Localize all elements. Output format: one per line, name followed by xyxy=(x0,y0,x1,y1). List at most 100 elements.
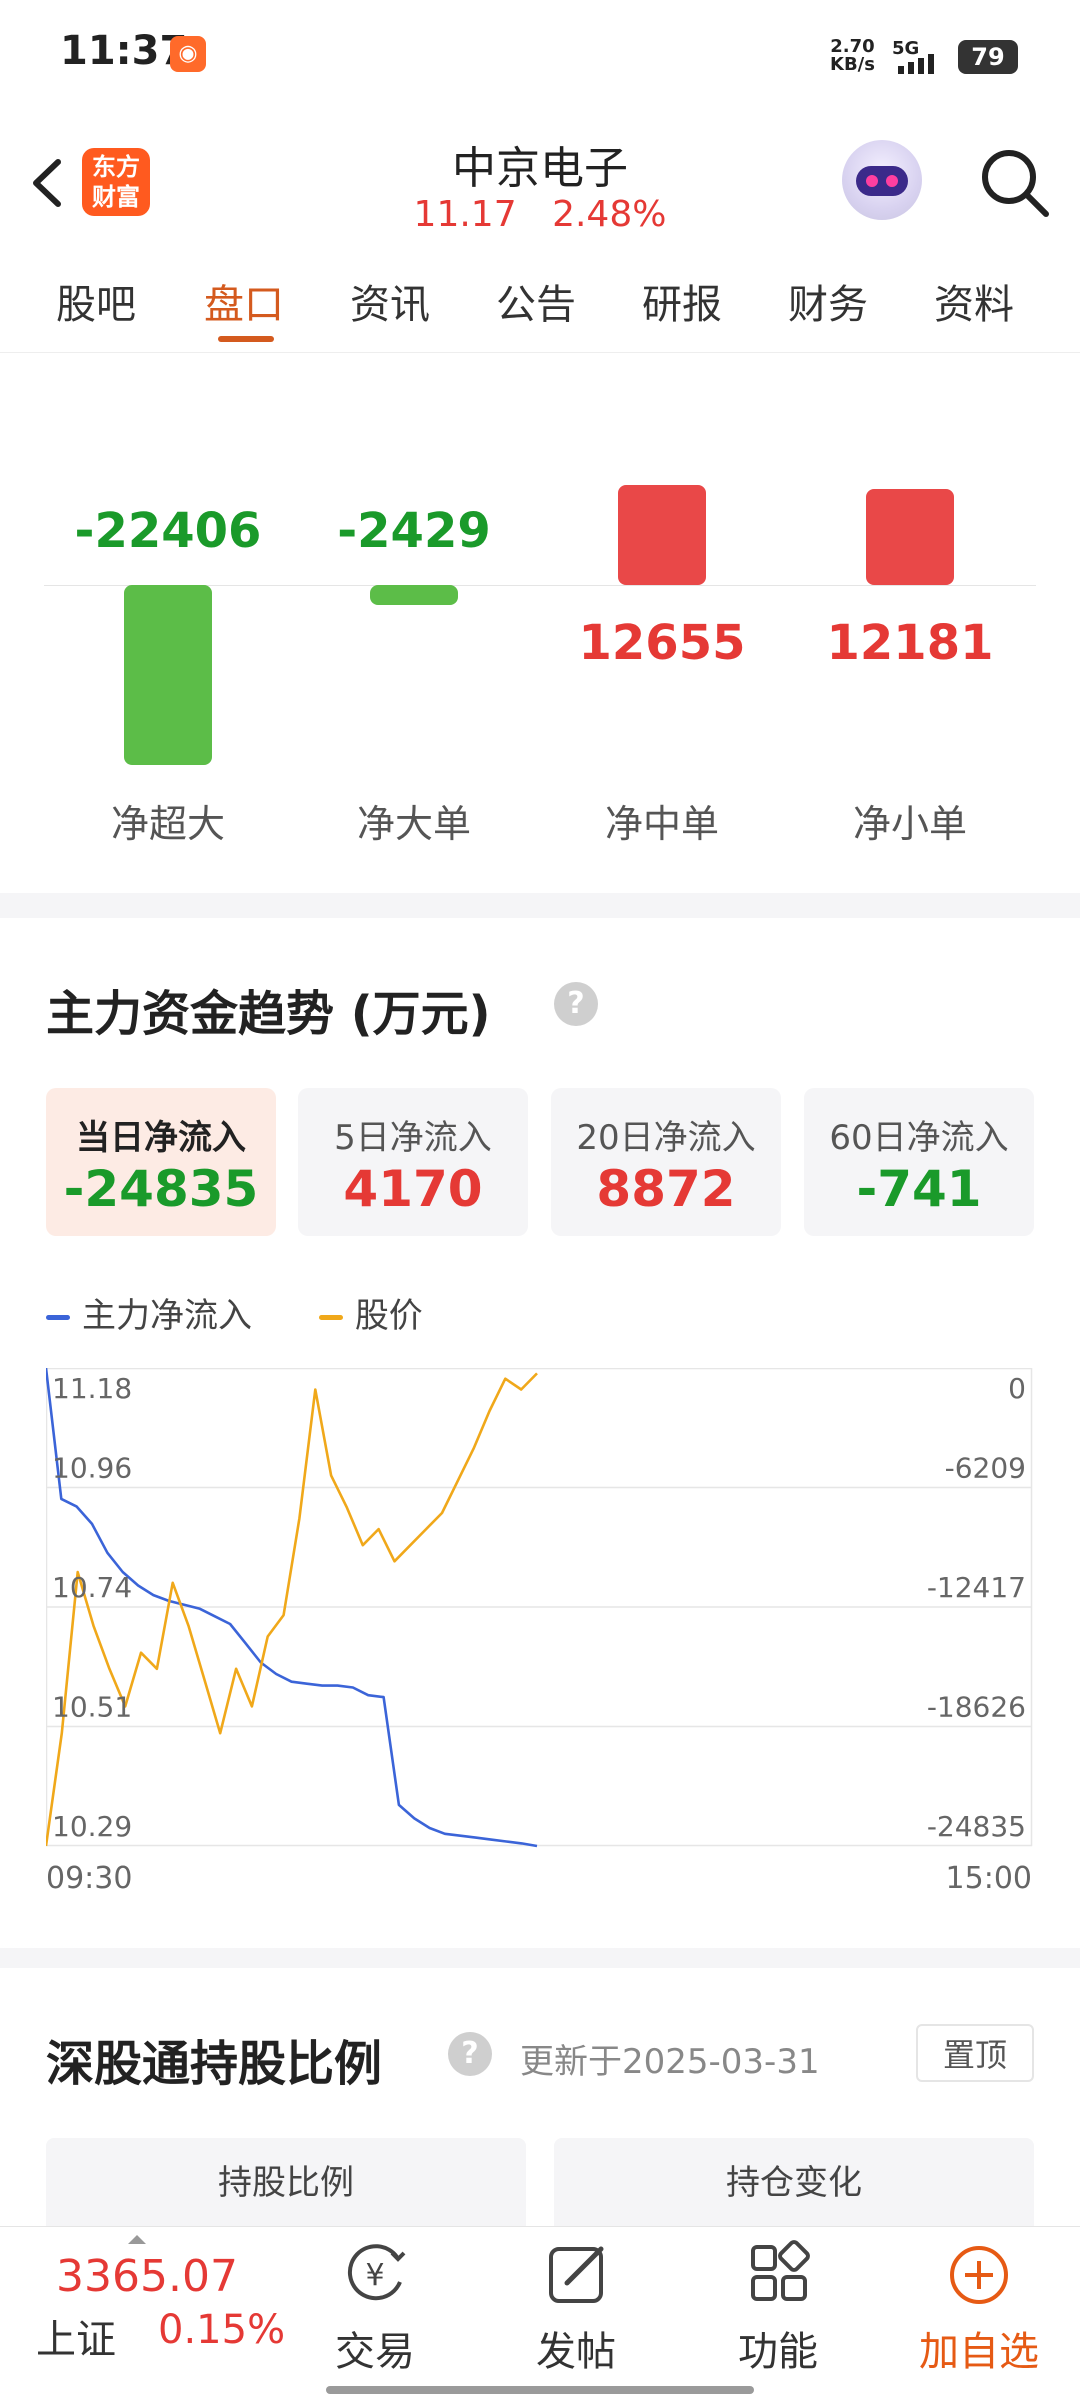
flow-label-medium: 净中单 xyxy=(604,802,719,846)
bar-small xyxy=(866,489,954,585)
plus-circle-icon xyxy=(950,2246,1008,2304)
active-tab-indicator xyxy=(218,336,274,342)
nav-label: 加自选 xyxy=(919,2329,1039,2375)
tab-pankou[interactable]: 盘口 xyxy=(204,272,284,330)
tab-finance[interactable]: 财务 xyxy=(788,272,868,330)
card-value: -24835 xyxy=(63,1160,259,1218)
card-value: 4170 xyxy=(343,1160,483,1218)
notification-app-icon: ◉ xyxy=(170,36,206,72)
status-bar: 11:37 ◉ 2.70 KB/s 5G 79 xyxy=(0,0,1080,110)
tab-announcements[interactable]: 公告 xyxy=(496,272,576,330)
network-speed: 2.70 KB/s xyxy=(830,38,875,74)
card-5d-net-inflow[interactable]: 5日净流入 4170 xyxy=(298,1088,528,1236)
chart-legend: 主力净流入 股价 xyxy=(46,1288,423,1337)
card-value: 8872 xyxy=(596,1160,736,1218)
bar-medium xyxy=(618,485,706,585)
legend-label: 主力净流入 xyxy=(82,1296,252,1336)
robot-face xyxy=(856,166,908,196)
sz-connect-section: 深股通持股比例 ? 更新于2025-03-31 置顶 持股比例 持仓变化 xyxy=(0,1968,1080,2228)
bar-large xyxy=(370,585,458,605)
stock-price: 11.17 xyxy=(413,194,517,235)
robot-eye-right xyxy=(886,175,898,187)
card-today-net-inflow[interactable]: 当日净流入 -24835 xyxy=(46,1088,276,1236)
yen-cycle-icon: ¥ xyxy=(347,2244,406,2301)
flow-value-large: -2429 xyxy=(337,503,491,559)
tab-bar: 股吧 盘口 资讯 公告 研报 财务 资料 xyxy=(0,248,1080,353)
nav-label: 发帖 xyxy=(536,2329,616,2375)
ai-assistant-robot-icon[interactable] xyxy=(842,140,922,220)
stock-quote: 11.17 2.48% xyxy=(340,194,740,235)
card-20d-net-inflow[interactable]: 20日净流入 8872 xyxy=(551,1088,781,1236)
legend-swatch xyxy=(318,1315,343,1320)
home-indicator[interactable] xyxy=(326,2386,754,2394)
tab-guba[interactable]: 股吧 xyxy=(56,272,136,330)
tab-position-change[interactable]: 持仓变化 xyxy=(554,2138,1034,2228)
clock: 11:37 xyxy=(60,28,188,74)
nav-label: 功能 xyxy=(738,2329,818,2375)
signal-icon xyxy=(898,54,934,74)
stock-change-pct: 2.48% xyxy=(552,194,667,235)
bottom-toolbar: 3365.07 上证 0.15% ¥ 交易 发帖 功能 加自选 xyxy=(0,2226,1080,2401)
card-label: 当日净流入 xyxy=(76,1118,246,1158)
index-name[interactable]: 上证 xyxy=(36,2307,116,2365)
tab-research[interactable]: 研报 xyxy=(642,272,722,330)
back-arrow-icon[interactable] xyxy=(22,148,78,218)
nav-functions[interactable]: 功能 xyxy=(703,2237,853,2377)
legend-swatch xyxy=(46,1315,70,1320)
battery-icon: 79 xyxy=(958,40,1018,74)
app-logo[interactable]: 东方财富 xyxy=(82,148,150,216)
left-tick-label: 10.74 xyxy=(52,1571,132,1604)
legend-item-price: 股价 xyxy=(318,1296,423,1336)
left-tick-label: 11.18 xyxy=(52,1372,132,1405)
card-value: -741 xyxy=(856,1160,982,1218)
right-tick-label: -18626 xyxy=(927,1691,1026,1724)
chart-labels: 11.18 0 10.96 -6209 10.74 -12417 10.51 -18626 10… xyxy=(46,1372,1032,1896)
legend-item-main-flow: 主力净流入 xyxy=(46,1296,252,1336)
network-speed-unit: KB/s xyxy=(830,54,875,75)
bar-super-large xyxy=(124,585,212,765)
robot-eye-left xyxy=(866,175,878,187)
right-tick-label: 0 xyxy=(1008,1372,1026,1405)
flow-label-super-large: 净超大 xyxy=(110,802,225,846)
flow-label-large: 净大单 xyxy=(356,802,471,846)
x-tick-label-end: 15:00 xyxy=(946,1861,1032,1896)
left-tick-label: 10.51 xyxy=(52,1691,132,1724)
svg-text:¥: ¥ xyxy=(365,2258,384,2293)
nav-add-watchlist[interactable]: 加自选 xyxy=(904,2237,1054,2377)
series-line-1 xyxy=(46,1372,538,1847)
stock-header: 东方财富 中京电子 11.17 2.48% xyxy=(0,110,1080,249)
left-tick-label: 10.29 xyxy=(52,1810,132,1843)
card-label: 5日净流入 xyxy=(334,1118,492,1158)
tab-holding-ratio[interactable]: 持股比例 xyxy=(46,2138,526,2228)
net-flow-section: -22406 -2429 12655 12181 净超大 净大单 净中单 净小单 xyxy=(0,353,1080,893)
right-tick-label: -24835 xyxy=(927,1810,1026,1843)
flow-label-small: 净小单 xyxy=(852,802,967,846)
help-icon[interactable]: ? xyxy=(448,2032,492,2076)
main-fund-trend-section: 主力资金趋势 (万元) ? 当日净流入 -24835 5日净流入 4170 20… xyxy=(0,918,1080,1948)
edit-icon xyxy=(549,2246,604,2303)
left-tick-label: 10.96 xyxy=(52,1452,132,1485)
flow-value-super-large: -22406 xyxy=(74,503,262,559)
flow-value-small: 12181 xyxy=(826,615,994,671)
pin-top-button[interactable]: 置顶 xyxy=(916,2024,1034,2082)
card-label: 20日净流入 xyxy=(576,1118,756,1158)
right-tick-label: -12417 xyxy=(927,1571,1026,1604)
x-tick-label-start: 09:30 xyxy=(46,1861,132,1896)
tab-news[interactable]: 资讯 xyxy=(350,272,430,330)
index-change[interactable]: 0.15% xyxy=(158,2307,285,2353)
sz-connect-title: 深股通持股比例 xyxy=(46,2036,383,2092)
nav-trade[interactable]: ¥ 交易 xyxy=(300,2237,450,2377)
card-60d-net-inflow[interactable]: 60日净流入 -741 xyxy=(804,1088,1034,1236)
trend-chart[interactable]: 11.18 0 10.96 -6209 10.74 -12417 10.51 -18626 10… xyxy=(46,1368,1036,1906)
index-value[interactable]: 3365.07 xyxy=(56,2251,238,2302)
right-tick-label: -6209 xyxy=(945,1452,1026,1485)
tab-profile[interactable]: 资料 xyxy=(934,272,1014,330)
trend-title: 主力资金趋势 (万元) xyxy=(46,986,491,1042)
card-label: 60日净流入 xyxy=(829,1118,1009,1158)
nav-post[interactable]: 发帖 xyxy=(501,2237,651,2377)
grid-icon xyxy=(751,2240,810,2301)
flow-value-medium: 12655 xyxy=(578,615,746,671)
help-icon[interactable]: ? xyxy=(554,982,598,1026)
caret-up-icon[interactable] xyxy=(128,2235,146,2244)
search-icon[interactable] xyxy=(976,144,1052,220)
